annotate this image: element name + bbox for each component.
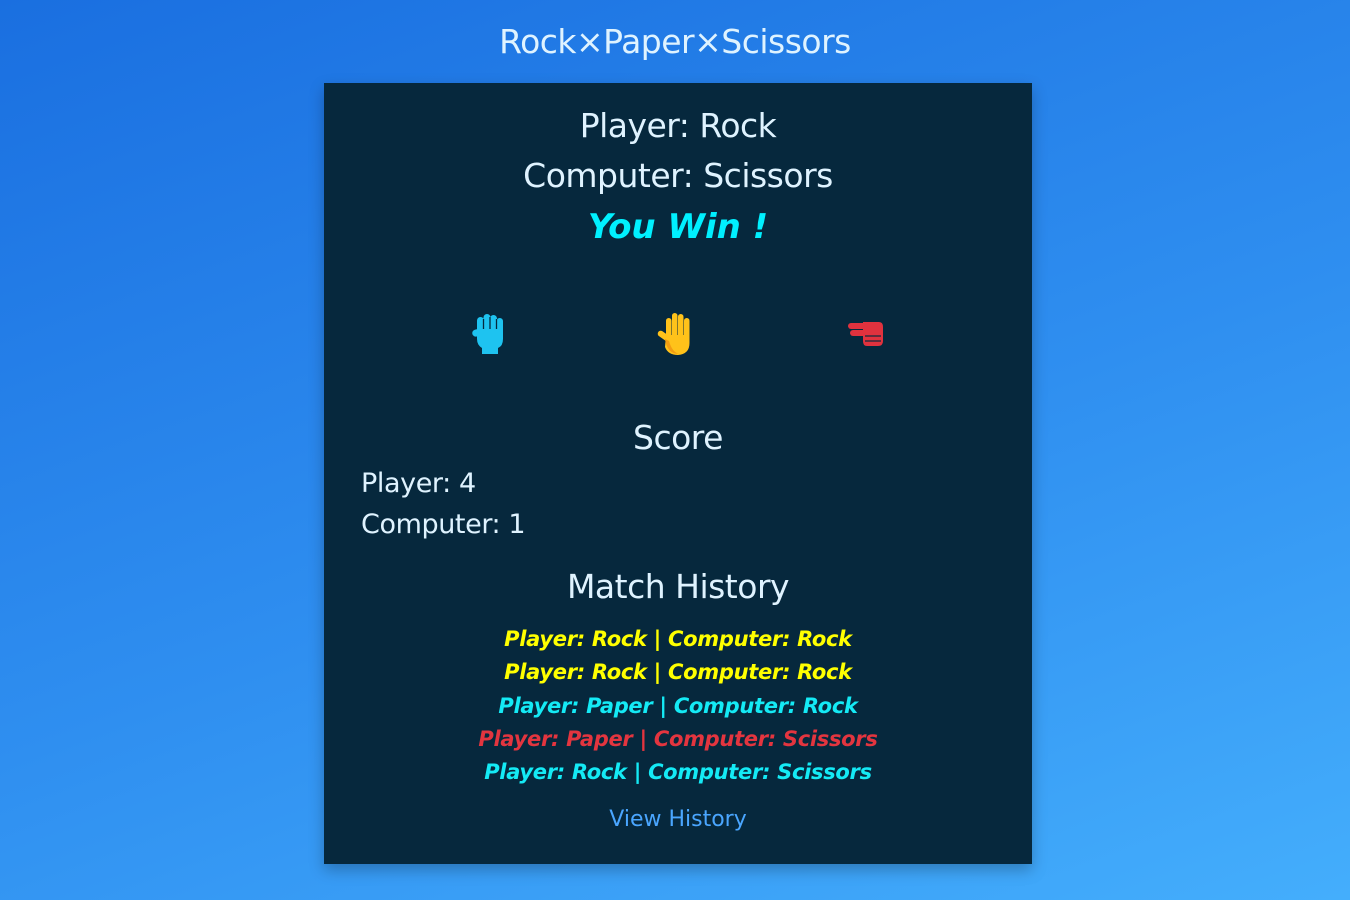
computer-choice-text: Computer: Scissors	[523, 156, 833, 195]
history-entry: Player: Paper | Computer: Rock	[498, 693, 858, 718]
paper-button[interactable]	[652, 309, 702, 359]
round-result-text: You Win !	[587, 207, 769, 247]
player-score: Player: 4	[361, 468, 476, 499]
peace-hand-icon	[848, 322, 883, 346]
history-heading: Match History	[566, 567, 790, 606]
history-entry: Player: Rock | Computer: Scissors	[484, 760, 872, 785]
match-history-list: Player: Rock | Computer: Rock Player: Ro…	[324, 623, 1032, 789]
player-choice-text: Player: Rock	[579, 106, 777, 145]
raised-hand-icon	[657, 313, 690, 355]
computer-score: Computer: 1	[361, 509, 526, 540]
scissors-button[interactable]	[841, 309, 891, 359]
history-entry: Player: Rock | Computer: Rock	[504, 660, 852, 685]
app-title: Rock×Paper×Scissors	[499, 22, 851, 61]
history-entry: Player: Rock | Computer: Rock	[504, 627, 852, 651]
rock-button[interactable]	[465, 309, 515, 359]
fist-icon	[472, 314, 503, 354]
score-heading: Score	[633, 418, 723, 457]
view-history-link[interactable]: View History	[324, 807, 1032, 832]
history-entry: Player: Paper | Computer: Scissors	[478, 726, 878, 751]
game-card: Player: Rock Computer: Scissors You Win …	[324, 83, 1032, 864]
